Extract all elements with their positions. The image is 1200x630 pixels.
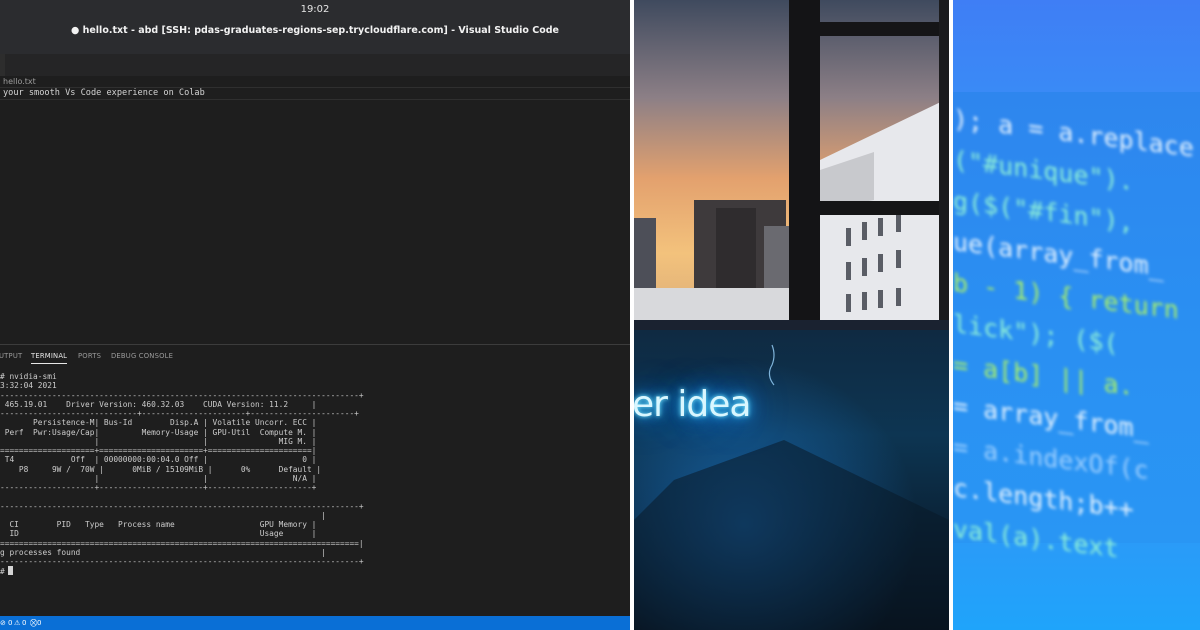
terminal-line: Perf Pwr:Usage/Cap| Memory-Usage | GPU-U… (0, 427, 317, 437)
status-bar: ⊘ 0 ⚠ 0 ⛒ 0 (0, 616, 630, 630)
tab-output[interactable]: UTPUT (0, 352, 22, 360)
terminal-line: 465.19.01 Driver Version: 460.32.03 CUDA… (0, 399, 317, 409)
window-title: ● hello.txt - abd [SSH: pdas-graduates-r… (71, 25, 559, 36)
panel-divider[interactable] (0, 344, 630, 345)
terminal-line: # (0, 566, 630, 576)
terminal-line: 3:32:04 2021 (0, 381, 57, 391)
terminal-line: | (0, 510, 326, 520)
terminal-cursor (7, 566, 13, 576)
terminal-line: g processes found | (0, 547, 326, 557)
blurred-code-image: ); a = a.replace ("#unique"). g($("#fin"),… (953, 0, 1200, 630)
terminal-line: -----------------------------+----------… (0, 409, 359, 418)
tab-ports[interactable]: PORTS (78, 352, 101, 360)
ports-count[interactable]: 0 (37, 616, 41, 630)
terminal-line: ----------------------------------------… (0, 557, 364, 566)
clock: 19:02 (300, 4, 330, 15)
editor-tab-strip[interactable] (0, 54, 630, 76)
terminal-line: ========================================… (0, 538, 364, 548)
terminal-line: --------------------+-------------------… (0, 483, 317, 492)
terminal-line: CI PID Type Process name GPU Memory | (0, 520, 317, 529)
warning-icon[interactable]: ⚠ (14, 616, 20, 630)
warning-count[interactable]: 0 (22, 616, 26, 630)
terminal-line: | | N/A | (0, 473, 317, 483)
neon-sign-text: er idea (634, 384, 751, 425)
code-image-top-band (953, 0, 1200, 92)
terminal-output[interactable]: # nvidia-smi 3:32:04 2021 ----------------… (0, 372, 630, 612)
terminal-line: Persistence-M| Bus-Id Disp.A | Volatile … (0, 418, 317, 428)
terminal-line: T4 Off | 00000000:00:04.0 Off | 0 | (0, 455, 317, 465)
window-scene (634, 0, 949, 630)
terminal-line: ----------------------------------------… (0, 390, 364, 400)
terminal-line: ====================+===================… (0, 446, 317, 455)
window-title-bar: ● hello.txt - abd [SSH: pdas-graduates-r… (0, 20, 630, 54)
terminal-line: # nvidia-smi (0, 372, 57, 381)
terminal-line: ID Usage | (0, 529, 317, 539)
terminal-line: ----------------------------------------… (0, 501, 364, 511)
error-icon[interactable]: ⊘ (0, 616, 6, 630)
terminal-line: P8 9W / 70W | 0MiB / 15109MiB | 0% Defau… (0, 464, 322, 474)
tab-debug-console[interactable]: DEBUG CONSOLE (111, 352, 173, 360)
terminal-line: | | MIG M. | (0, 436, 317, 446)
error-count[interactable]: 0 (8, 616, 12, 630)
vscode-window: 19:02 ● hello.txt - abd [SSH: pdas-gradu… (0, 0, 630, 630)
tab-terminal[interactable]: TERMINAL (31, 352, 68, 364)
editor-tab[interactable] (0, 54, 5, 76)
code-text-block: ); a = a.replace ("#unique"). g($("#fin"),… (953, 98, 1200, 586)
breadcrumb[interactable]: hello.txt (3, 77, 36, 86)
system-clock-bar: 19:02 (0, 0, 630, 20)
editor-text-line[interactable]: your smooth Vs Code experience on Colab (3, 88, 205, 98)
neon-sign-photo: er idea (634, 0, 949, 630)
